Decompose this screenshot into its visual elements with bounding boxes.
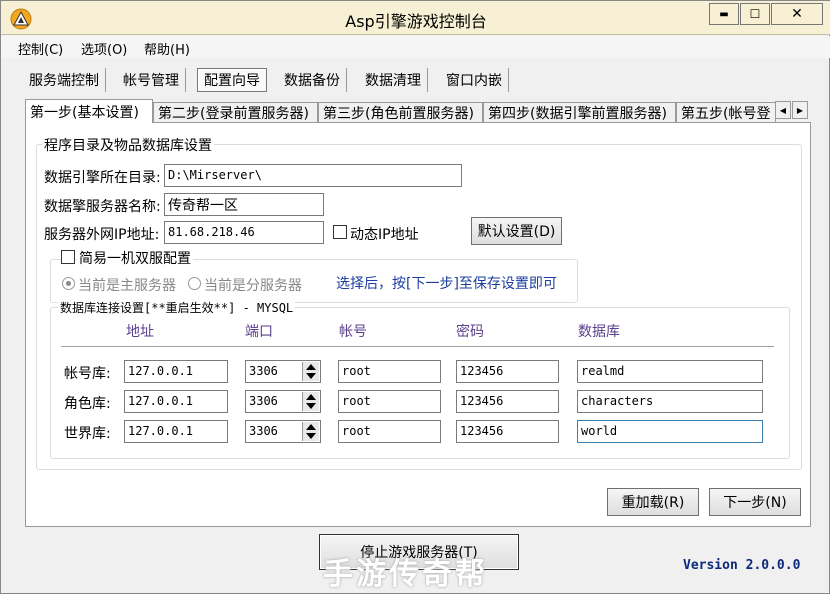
nav-toolbar: 服务端控制 帐号管理 配置向导 数据备份 数据清理 窗口内嵌 xyxy=(1,61,830,97)
sub-server-label: 当前是分服务器 xyxy=(204,278,302,294)
row-label-account-db: 帐号库: xyxy=(64,366,111,382)
account-db-address-input[interactable]: 127.0.0.1 xyxy=(124,360,228,383)
tab-step1[interactable]: 第一步(基本设置) xyxy=(25,99,153,123)
external-ip-input[interactable]: 81.68.218.46 xyxy=(164,221,324,244)
nav-server-control[interactable]: 服务端控制 xyxy=(23,68,106,92)
sub-server-radio[interactable] xyxy=(188,277,201,290)
stop-game-server-button[interactable]: 停止游戏服务器(T) xyxy=(319,534,519,570)
world-db-password-input[interactable]: 123456 xyxy=(456,420,559,443)
header-port: 端口 xyxy=(245,324,273,340)
arrow-up-icon xyxy=(306,364,316,370)
database-connection-title: 数据库连接设置[**重启生效**] - MYSQL xyxy=(58,299,296,316)
tab-step4[interactable]: 第四步(数据引擎前置服务器) xyxy=(483,102,676,123)
character-db-port-stepper[interactable] xyxy=(302,392,319,411)
version-label: Version 2.0.0.0 xyxy=(683,558,801,573)
tab-scroll-left-button[interactable]: ◀ xyxy=(775,101,791,119)
dynamic-ip-label: 动态IP地址 xyxy=(350,227,419,243)
header-password: 密码 xyxy=(456,324,484,340)
data-engine-dir-label: 数据引擎所在目录: xyxy=(44,170,161,186)
server-name-label: 数据擎服务器名称: xyxy=(44,199,161,215)
account-db-user-input[interactable]: root xyxy=(338,360,441,383)
account-db-password-input[interactable]: 123456 xyxy=(456,360,559,383)
character-db-name-input[interactable]: characters xyxy=(577,390,763,413)
dual-server-label: 简易一机双服配置 xyxy=(77,248,193,268)
title-bar[interactable]: Asp引擎游戏控制台 ▬ ☐ ✕ xyxy=(1,1,830,35)
directory-settings-title: 程序目录及物品数据库设置 xyxy=(42,135,214,155)
app-window: Asp引擎游戏控制台 ▬ ☐ ✕ 控制(C) 选项(O) 帮助(H) 服务端控制… xyxy=(0,0,830,594)
world-db-address-input[interactable]: 127.0.0.1 xyxy=(124,420,228,443)
menu-options[interactable]: 选项(O) xyxy=(81,39,127,58)
main-server-radio[interactable] xyxy=(62,277,75,290)
menu-help[interactable]: 帮助(H) xyxy=(144,39,190,58)
maximize-button[interactable]: ☐ xyxy=(740,3,770,25)
main-server-label: 当前是主服务器 xyxy=(78,278,176,294)
nav-config-wizard[interactable]: 配置向导 xyxy=(197,68,267,92)
wizard-panel: 程序目录及物品数据库设置 数据引擎所在目录: D:\Mirserver\ 数据擎… xyxy=(25,122,811,527)
tab-step3[interactable]: 第三步(角色前置服务器) xyxy=(318,102,483,123)
close-button[interactable]: ✕ xyxy=(771,3,823,25)
dual-server-checkbox[interactable] xyxy=(61,250,75,264)
world-db-port-stepper[interactable] xyxy=(302,422,319,441)
next-step-button[interactable]: 下一步(N) xyxy=(709,488,801,516)
database-table-header: 地址 端口 帐号 密码 数据库 xyxy=(26,321,812,343)
tab-scroll-right-button[interactable]: ▶ xyxy=(792,101,808,119)
table-row: 帐号库: 127.0.0.1 3306 root 123456 realmd xyxy=(26,360,812,384)
row-label-world-db: 世界库: xyxy=(64,426,111,442)
default-settings-button[interactable]: 默认设置(D) xyxy=(471,217,562,245)
character-db-user-input[interactable]: root xyxy=(338,390,441,413)
nav-data-cleanup[interactable]: 数据清理 xyxy=(359,68,428,92)
menu-control[interactable]: 控制(C) xyxy=(18,39,63,58)
external-ip-label: 服务器外网IP地址: xyxy=(44,227,160,243)
row-label-character-db: 角色库: xyxy=(64,396,111,412)
minimize-icon: ▬ xyxy=(719,8,729,20)
reload-button[interactable]: 重加载(R) xyxy=(607,488,699,516)
maximize-icon: ☐ xyxy=(749,7,761,21)
world-db-user-input[interactable]: root xyxy=(338,420,441,443)
chevron-right-icon: ▶ xyxy=(796,105,804,115)
header-address: 地址 xyxy=(126,324,154,340)
menu-bar: 控制(C) 选项(O) 帮助(H) xyxy=(1,36,830,58)
data-engine-dir-input[interactable]: D:\Mirserver\ xyxy=(164,164,462,187)
tab-step2[interactable]: 第二步(登录前置服务器) xyxy=(153,102,318,123)
account-db-port-input[interactable]: 3306 xyxy=(245,360,321,383)
world-db-port-value: 3306 xyxy=(249,424,278,438)
wizard-tabs: 第一步(基本设置) 第二步(登录前置服务器) 第三步(角色前置服务器) 第四步(… xyxy=(25,99,811,123)
nav-data-backup[interactable]: 数据备份 xyxy=(278,68,347,92)
arrow-down-icon xyxy=(306,433,316,439)
dual-server-hint: 选择后，按[下一步]至保存设置即可 xyxy=(336,276,557,292)
nav-window-embed[interactable]: 窗口内嵌 xyxy=(440,68,509,92)
minimize-button[interactable]: ▬ xyxy=(709,3,739,25)
window-title: Asp引擎游戏控制台 xyxy=(345,12,487,31)
account-db-port-value: 3306 xyxy=(249,364,278,378)
header-divider xyxy=(61,346,774,347)
account-db-port-stepper[interactable] xyxy=(302,362,319,381)
header-user: 帐号 xyxy=(339,324,367,340)
arrow-down-icon xyxy=(306,403,316,409)
character-db-address-input[interactable]: 127.0.0.1 xyxy=(124,390,228,413)
character-db-port-input[interactable]: 3306 xyxy=(245,390,321,413)
tab-step5[interactable]: 第五步(帐号登 xyxy=(676,102,776,123)
account-db-name-input[interactable]: realmd xyxy=(577,360,763,383)
chevron-left-icon: ◀ xyxy=(779,105,787,115)
close-icon: ✕ xyxy=(791,6,803,22)
arrow-up-icon xyxy=(306,394,316,400)
world-db-name-input[interactable]: world xyxy=(577,420,763,443)
world-db-port-input[interactable]: 3306 xyxy=(245,420,321,443)
header-database: 数据库 xyxy=(578,324,620,340)
arrow-down-icon xyxy=(306,373,316,379)
nav-account-management[interactable]: 帐号管理 xyxy=(117,68,186,92)
dynamic-ip-checkbox[interactable] xyxy=(333,225,347,239)
character-db-port-value: 3306 xyxy=(249,394,278,408)
character-db-password-input[interactable]: 123456 xyxy=(456,390,559,413)
arrow-up-icon xyxy=(306,424,316,430)
server-name-input[interactable]: 传奇帮一区 xyxy=(164,193,324,216)
table-row: 世界库: 127.0.0.1 3306 root 123456 world xyxy=(26,420,812,444)
table-row: 角色库: 127.0.0.1 3306 root 123456 characte… xyxy=(26,390,812,414)
